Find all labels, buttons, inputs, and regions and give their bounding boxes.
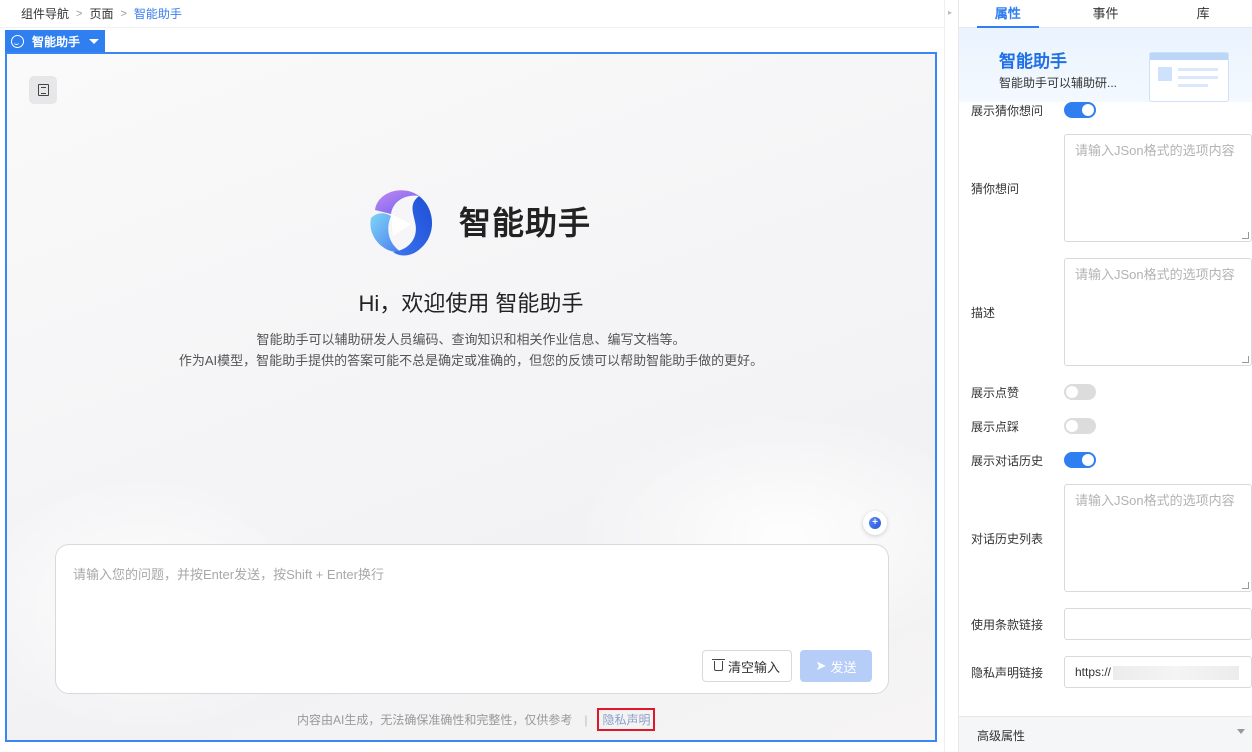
question-input[interactable]: 请输入您的问题，并按Enter发送，按Shift + Enter换行 清空输入 … <box>55 544 889 694</box>
question-input-placeholder: 请输入您的问题，并按Enter发送，按Shift + Enter换行 <box>73 567 384 582</box>
panel-splitter[interactable]: ▸ <box>944 0 958 752</box>
advanced-properties-label: 高级属性 <box>977 729 1026 743</box>
field-label: 使用条款链接 <box>971 618 1044 632</box>
send-button[interactable]: ➤ 发送 <box>800 650 872 682</box>
advanced-properties-section[interactable]: 高级属性 <box>959 716 1252 752</box>
show-history-toggle[interactable] <box>1064 452 1096 468</box>
breadcrumb-item-page[interactable]: 页面 <box>89 5 113 22</box>
trash-icon <box>711 659 725 671</box>
ai-disclaimer: 内容由AI生成，无法确保准确性和完整性，仅供参考 <box>297 713 573 727</box>
assistant-component-frame[interactable]: 智能助手 Hi，欢迎使用 智能助手 智能助手可以辅助研发人员编码、查询知识和相关… <box>5 52 937 742</box>
welcome-heading: Hi，欢迎使用 智能助手 <box>358 291 584 316</box>
breadcrumb-current: 智能助手 <box>133 7 182 21</box>
privacy-link-value: https:// <box>1075 665 1112 679</box>
breadcrumb-item-nav[interactable]: 组件导航 <box>21 5 69 22</box>
show-guess-toggle[interactable] <box>1064 102 1096 118</box>
new-chat-button[interactable]: + <box>863 511 887 535</box>
assistant-logo-icon <box>370 190 433 256</box>
field-label: 展示对话历史 <box>971 454 1044 468</box>
guess-textarea-placeholder: 请输入JSon格式的选项内容 <box>1075 143 1235 158</box>
terms-link-input[interactable] <box>1064 608 1252 640</box>
field-label: 展示点赞 <box>971 386 1020 400</box>
history-panel-button[interactable] <box>29 76 57 104</box>
component-tag-label: 智能助手 <box>32 34 81 49</box>
assistant-title: 智能助手 <box>459 205 592 241</box>
tab-library[interactable]: 库 <box>1154 0 1252 27</box>
panel-tabs: 属性 事件 库 <box>959 0 1252 28</box>
send-icon: ➤ <box>815 658 827 673</box>
assistant-header: 智能助手 <box>363 182 591 260</box>
clear-input-button[interactable]: 清空输入 <box>702 650 792 682</box>
tab-properties[interactable]: 属性 <box>959 0 1057 28</box>
field-label: 对话历史列表 <box>971 532 1044 546</box>
field-label: 展示猜你想问 <box>971 104 1044 118</box>
guess-textarea[interactable]: 请输入JSon格式的选项内容 <box>1064 134 1252 242</box>
window-illustration-icon <box>1149 52 1229 102</box>
resize-grip-icon[interactable] <box>1242 582 1249 589</box>
document-icon <box>37 84 49 96</box>
breadcrumb: 组件导航 > 页面 > 智能助手 <box>0 0 944 28</box>
chevron-right-icon: > <box>76 7 83 20</box>
collapse-arrow-icon[interactable]: ▸ <box>948 8 952 17</box>
field-label: 猜你想问 <box>971 182 1020 196</box>
privacy-link-input[interactable]: https:// <box>1064 656 1252 688</box>
plus-chat-icon: + <box>869 517 881 529</box>
privacy-statement-link[interactable]: 隐私声明 <box>597 708 656 731</box>
chevron-right-icon: > <box>120 7 127 20</box>
caret-down-icon[interactable] <box>89 38 100 44</box>
field-label: 展示点踩 <box>971 420 1020 434</box>
footer-divider: | <box>584 712 588 727</box>
properties-panel: 属性 事件 库 智能助手 智能助手可以辅助研... 展示猜你想问 猜你想问 请输… <box>958 0 1252 752</box>
hero-title: 智能助手 <box>999 52 1067 71</box>
show-dislike-toggle[interactable] <box>1064 418 1096 434</box>
caret-down-icon[interactable] <box>1237 729 1245 734</box>
description-line: 作为AI模型，智能助手提供的答案可能不总是确定或准确的，但您的反馈可以帮助智能助… <box>178 353 764 368</box>
description-textarea-placeholder: 请输入JSon格式的选项内容 <box>1075 267 1235 282</box>
design-canvas: 组件导航 > 页面 > 智能助手 智能助手 智能助手 Hi，欢迎使用 智能助手 … <box>0 0 944 752</box>
send-label: 发送 <box>830 659 857 675</box>
description-textarea[interactable]: 请输入JSon格式的选项内容 <box>1064 258 1252 366</box>
resize-grip-icon[interactable] <box>1242 232 1249 239</box>
assistant-description: 智能助手可以辅助研发人员编码、查询知识和相关作业信息、编写文档等。 作为AI模型… <box>7 329 935 371</box>
history-list-textarea[interactable]: 请输入JSon格式的选项内容 <box>1064 484 1252 592</box>
component-hero: 智能助手 智能助手可以辅助研... <box>959 28 1252 102</box>
clear-input-label: 清空输入 <box>727 659 780 675</box>
smile-icon <box>11 34 24 48</box>
tab-events[interactable]: 事件 <box>1057 0 1155 27</box>
hero-subtitle: 智能助手可以辅助研... <box>999 76 1118 90</box>
resize-grip-icon[interactable] <box>1242 356 1249 363</box>
component-selector-tag[interactable]: 智能助手 <box>5 30 106 52</box>
show-like-toggle[interactable] <box>1064 384 1096 400</box>
redacted-url <box>1113 665 1240 680</box>
field-label: 描述 <box>971 306 996 320</box>
property-form: 展示猜你想问 猜你想问 请输入JSon格式的选项内容 描述 请输入JSon格式的… <box>959 102 1252 712</box>
history-list-textarea-placeholder: 请输入JSon格式的选项内容 <box>1075 493 1235 508</box>
field-label: 隐私声明链接 <box>971 666 1044 680</box>
disclaimer-footer: 内容由AI生成，无法确保准确性和完整性，仅供参考 | 隐私声明 <box>297 708 656 731</box>
description-line: 智能助手可以辅助研发人员编码、查询知识和相关作业信息、编写文档等。 <box>256 332 686 347</box>
